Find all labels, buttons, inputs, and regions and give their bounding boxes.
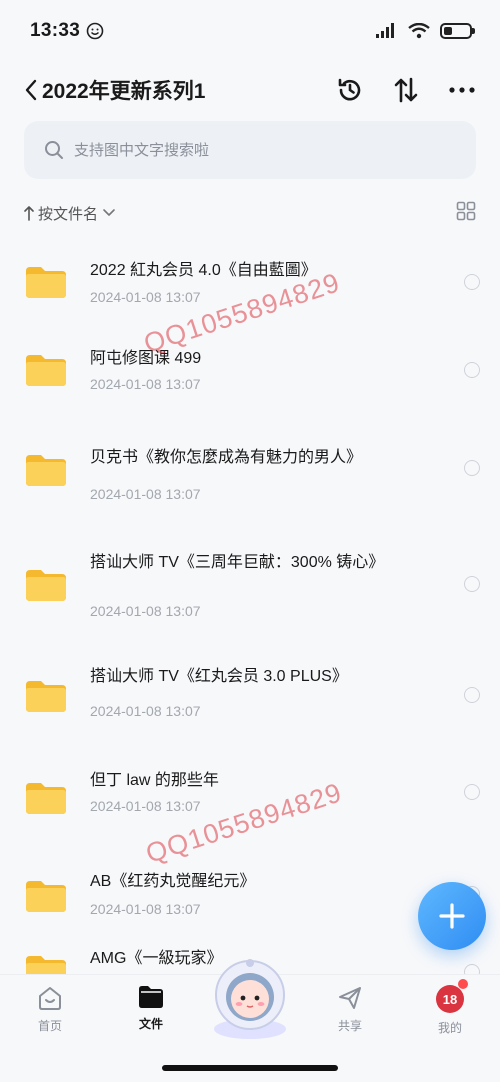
select-radio[interactable] — [464, 362, 480, 378]
file-name: 贝克书《教你怎麼成為有魅力的男人》 — [90, 449, 363, 466]
tab-home-label: 首页 — [37, 1019, 62, 1033]
select-radio[interactable] — [464, 274, 480, 290]
sort-row: 按文件名 — [24, 198, 476, 228]
tab-files[interactable]: 文件 — [121, 985, 181, 1032]
plus-icon — [439, 903, 465, 929]
file-date: 2024-01-08 13:07 — [90, 603, 201, 619]
bottom-tab-bar: 首页 文件 共享 18 我的 — [0, 959, 500, 1082]
tab-share[interactable]: 共享 — [320, 985, 380, 1034]
select-radio[interactable] — [464, 460, 480, 476]
battery-icon — [440, 23, 475, 39]
folder-tab-icon — [139, 986, 163, 1008]
sort-dropdown[interactable]: 按文件名 — [24, 203, 116, 224]
file-list: 2022 紅丸会员 4.0《自由藍圖》 2024-01-08 13:07 阿屯修… — [0, 235, 500, 997]
tab-profile-label: 我的 — [437, 1021, 462, 1035]
status-bar: 13:33 — [0, 0, 500, 62]
search-input[interactable] — [74, 141, 456, 159]
list-item[interactable]: 搭讪大师 TV《三周年巨献：300% 铸心》 2024-01-08 13:07 — [0, 540, 500, 655]
wifi-icon — [408, 23, 430, 39]
sort-label-text: 按文件名 — [38, 205, 99, 223]
mascot-button[interactable] — [205, 953, 295, 1043]
file-date: 2024-01-08 13:07 — [90, 901, 201, 917]
sort-order-button[interactable] — [392, 76, 420, 104]
face-icon — [86, 22, 104, 40]
grid-view-button[interactable] — [456, 201, 476, 226]
file-name: 搭讪大师 TV《三周年巨献：300% 铸心》 — [90, 554, 385, 571]
file-name: AB《红药丸觉醒纪元》 — [90, 873, 256, 890]
astronaut-mascot-icon — [214, 959, 286, 1039]
back-button[interactable] — [24, 79, 38, 101]
folder-icon — [26, 783, 66, 814]
nav-actions — [336, 76, 476, 104]
folder-icon — [26, 455, 66, 486]
search-icon — [45, 141, 63, 159]
select-radio[interactable] — [464, 784, 480, 800]
status-indicators — [376, 23, 475, 39]
home-icon — [39, 987, 61, 1010]
status-time: 13:33 — [30, 20, 104, 42]
tab-files-label: 文件 — [138, 1017, 163, 1031]
history-icon — [338, 78, 361, 101]
avatar: 18 — [436, 979, 468, 1013]
file-name: 搭讪大师 TV《红丸会员 3.0 PLUS》 — [90, 668, 348, 685]
file-date: 2024-01-08 13:07 — [90, 376, 201, 392]
nav-bar: 2022年更新系列1 — [0, 62, 500, 118]
cellular-signal-icon — [376, 23, 394, 38]
notification-dot — [458, 979, 468, 989]
file-name: 2022 紅丸会员 4.0《自由藍圖》 — [90, 262, 317, 279]
list-item[interactable]: 但丁 law 的那些年 2024-01-08 13:07 — [0, 760, 500, 849]
list-item[interactable]: 阿屯修图课 499 2024-01-08 13:07 — [0, 333, 500, 433]
more-dots-icon — [449, 87, 475, 93]
home-indicator — [162, 1065, 338, 1071]
file-name: 阿屯修图课 499 — [90, 350, 202, 367]
folder-icon — [26, 881, 66, 912]
more-button[interactable] — [448, 76, 476, 104]
tab-home[interactable]: 首页 — [20, 985, 80, 1034]
folder-icon — [26, 681, 66, 712]
select-radio[interactable] — [464, 687, 480, 703]
arrow-up-icon — [24, 206, 34, 221]
list-item[interactable]: 2022 紅丸会员 4.0《自由藍圖》 2024-01-08 13:07 — [0, 235, 500, 333]
page-title: 2022年更新系列1 — [42, 80, 206, 103]
grid-view-icon — [456, 201, 476, 220]
status-time-text: 13:33 — [30, 20, 81, 41]
select-radio[interactable] — [464, 576, 480, 592]
list-item[interactable]: 贝克书《教你怎麼成為有魅力的男人》 2024-01-08 13:07 — [0, 433, 500, 540]
sort-arrows-icon — [394, 77, 418, 103]
search-bar[interactable] — [24, 121, 476, 179]
add-button[interactable] — [418, 882, 486, 950]
folder-icon — [26, 267, 66, 298]
file-date: 2024-01-08 13:07 — [90, 289, 201, 305]
tab-share-label: 共享 — [337, 1019, 362, 1033]
history-button[interactable] — [336, 76, 364, 104]
folder-icon — [26, 355, 66, 386]
list-item[interactable]: 搭讪大师 TV《红丸会员 3.0 PLUS》 2024-01-08 13:07 — [0, 655, 500, 760]
file-date: 2024-01-08 13:07 — [90, 486, 201, 502]
chevron-left-icon — [25, 79, 37, 101]
chevron-down-icon — [103, 209, 115, 216]
file-date: 2024-01-08 13:07 — [90, 703, 201, 719]
file-name: 但丁 law 的那些年 — [90, 772, 219, 789]
avatar-badge-text: 18 — [442, 991, 458, 1007]
tab-profile[interactable]: 18 我的 — [420, 979, 480, 1036]
send-icon — [339, 987, 361, 1009]
folder-icon — [26, 570, 66, 601]
file-date: 2024-01-08 13:07 — [90, 798, 201, 814]
